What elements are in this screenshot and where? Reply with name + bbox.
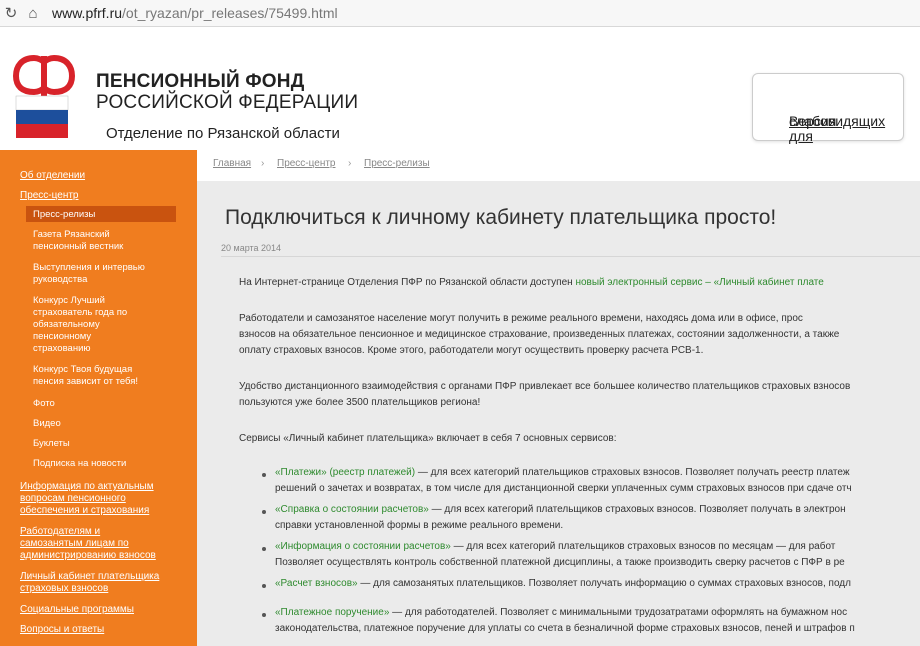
article-paragraph-2-line3: оплату страховых взносов. Кроме этого, р… (239, 345, 704, 356)
service-link-payment-order[interactable]: «Платежное поручение» (275, 607, 389, 618)
sidebar-subitem-photo[interactable]: Фото (33, 398, 55, 409)
sidebar-subitem-booklets[interactable]: Буклеты (33, 438, 70, 449)
service-link-contribution-calc[interactable]: «Расчет взносов» (275, 578, 358, 589)
sidebar-subitem-contest-1[interactable]: Конкурс Лучший (33, 295, 105, 306)
sidebar-item-info-1[interactable]: Информация по актуальным (20, 481, 154, 493)
sidebar-nav: Об отделении Пресс-центр Пресс-релизы Га… (0, 150, 197, 646)
site-header: ПЕНСИОННЫЙ ФОНД РОССИЙСКОЙ ФЕДЕРАЦИИ Отд… (0, 27, 920, 150)
sidebar-subitem-newspaper-1[interactable]: Газета Рязанский (33, 229, 110, 240)
article-paragraph-2-line1: Работодатели и самозанятое население мог… (239, 313, 803, 324)
article: Подключиться к личному кабинету плательщ… (197, 181, 920, 646)
list-item-3-line1: «Информация о состоянии расчетов» — для … (275, 539, 835, 555)
url-field[interactable]: www.pfrf.ru/ot_ryazan/pr_releases/75499.… (52, 5, 338, 21)
sidebar-item-faq[interactable]: Вопросы и ответы (20, 624, 104, 636)
service-link-settlement-info[interactable]: «Информация о состоянии расчетов» (275, 541, 451, 552)
pfr-logo-icon[interactable] (12, 52, 84, 152)
list-bullet (262, 473, 266, 477)
list-bullet (262, 547, 266, 551)
low-vision-version-box[interactable]: Версия для слабовидящих (752, 73, 904, 144)
list-item-2-line1: «Справка о состоянии расчетов» — для все… (275, 502, 846, 518)
list-item-2-line2: справки установленной формы в режиме реа… (275, 520, 564, 531)
low-vision-link-line2: слабовидящих (789, 113, 886, 129)
list-item-1-line1: «Платежи» (реестр платежей) — для всех к… (275, 465, 850, 481)
browser-address-bar: ↻ ⌂ www.pfrf.ru/ot_ryazan/pr_releases/75… (0, 0, 920, 27)
breadcrumb-home[interactable]: Главная (213, 158, 251, 169)
org-name-line2: РОССИЙСКОЙ ФЕДЕРАЦИИ (96, 92, 359, 113)
article-paragraph-4: Сервисы «Личный кабинет плательщика» вкл… (239, 433, 617, 444)
article-paragraph-3-line2: пользуются уже более 3500 плательщиков р… (239, 397, 481, 408)
breadcrumb-press-center[interactable]: Пресс-центр (277, 158, 335, 169)
li2-text: — для всех категорий плательщиков страхо… (428, 504, 846, 515)
sidebar-item-social[interactable]: Социальные программы (20, 604, 134, 616)
sidebar-item-cabinet-1[interactable]: Личный кабинет плательщика (20, 571, 159, 583)
li3-text: — для всех категорий плательщиков страхо… (450, 541, 836, 552)
sidebar-subitem-interviews-1[interactable]: Выступления и интервью (33, 262, 145, 273)
main-content: Главная › Пресс-центр › Пресс-релизы Под… (197, 150, 920, 646)
sidebar-subitem-contest-2[interactable]: страхователь года по (33, 307, 127, 318)
sidebar-item-info-3[interactable]: обеспечения и страхования (20, 505, 149, 517)
sidebar-item-cabinet-2[interactable]: страховых взносов (20, 583, 108, 595)
sidebar-item-employers-2[interactable]: самозанятым лицам по (20, 538, 129, 550)
sidebar-item-employers-1[interactable]: Работодателям и (20, 526, 100, 538)
li1-text: — для всех категорий плательщиков страхо… (415, 467, 850, 478)
home-icon[interactable]: ⌂ (22, 2, 44, 24)
list-bullet (262, 510, 266, 514)
sidebar-subitem-interviews-2[interactable]: руководства (33, 274, 87, 285)
article-paragraph-3-line1: Удобство дистанционного взаимодействия с… (239, 381, 851, 392)
sidebar-subitem-video[interactable]: Видео (33, 418, 61, 429)
sidebar-item-employers-3[interactable]: администрированию взносов (20, 550, 156, 562)
li4-text: — для самозанятых плательщиков. Позволяе… (357, 578, 851, 589)
article-paragraph-1: На Интернет-странице Отделения ПФР по Ря… (239, 275, 824, 291)
breadcrumb-separator: › (261, 158, 265, 169)
list-item-4-line1: «Расчет взносов» — для самозанятых плате… (275, 576, 851, 592)
li5-text: — для работодателей. Позволяет с минимал… (389, 607, 848, 618)
breadcrumb-press-releases[interactable]: Пресс-релизы (364, 158, 430, 169)
article-title: Подключиться к личному кабинету плательщ… (225, 206, 777, 229)
url-host: www.pfrf.ru (52, 5, 123, 21)
sidebar-subitem-future-pension-2[interactable]: пенсия зависит от тебя! (33, 376, 138, 387)
service-link-settlement-certificate[interactable]: «Справка о состоянии расчетов» (275, 504, 429, 515)
list-bullet (262, 613, 266, 617)
sidebar-subitem-contest-5[interactable]: страхованию (33, 343, 91, 354)
reload-icon[interactable]: ↻ (0, 2, 22, 24)
p1-text: На Интернет-странице Отделения ПФР по Ря… (239, 277, 576, 288)
org-name-line1: ПЕНСИОННЫЙ ФОНД (96, 71, 305, 92)
sidebar-subitem-subscribe[interactable]: Подписка на новости (33, 458, 126, 469)
list-item-5-line2: законодательства, платежное поручение дл… (275, 623, 855, 634)
sidebar-item-info-2[interactable]: вопросам пенсионного (20, 493, 126, 505)
list-item-1-line2: решений о зачетах и возвратах, в том чис… (275, 483, 852, 494)
list-item-3-line2: Позволяет осуществлять контроль собствен… (275, 557, 845, 568)
sidebar-subitem-contest-4[interactable]: пенсионному (33, 331, 91, 342)
sidebar-subitem-newspaper-2[interactable]: пенсионный вестник (33, 241, 123, 252)
breadcrumb-separator: › (348, 158, 352, 169)
sidebar-subitem-press-releases[interactable]: Пресс-релизы (33, 209, 95, 220)
list-bullet (262, 584, 266, 588)
sidebar-item-about[interactable]: Об отделении (20, 170, 85, 182)
divider (221, 256, 920, 257)
service-link-payments[interactable]: «Платежи» (реестр платежей) (275, 467, 415, 478)
sidebar-subitem-contest-3[interactable]: обязательному (33, 319, 100, 330)
list-item-5-line1: «Платежное поручение» — для работодателе… (275, 605, 847, 621)
branch-name: Отделение по Рязанской области (106, 125, 340, 142)
p1-service-link[interactable]: новый электронный сервис – «Личный кабин… (575, 277, 823, 288)
sidebar-subitem-future-pension-1[interactable]: Конкурс Твоя будущая (33, 364, 132, 375)
article-date: 20 марта 2014 (221, 243, 282, 253)
sidebar-item-press-center[interactable]: Пресс-центр (20, 190, 78, 202)
url-path: /ot_ryazan/pr_releases/75499.html (122, 5, 338, 21)
article-paragraph-2-line2: взносов на обязательное пенсионное и мед… (239, 329, 840, 340)
